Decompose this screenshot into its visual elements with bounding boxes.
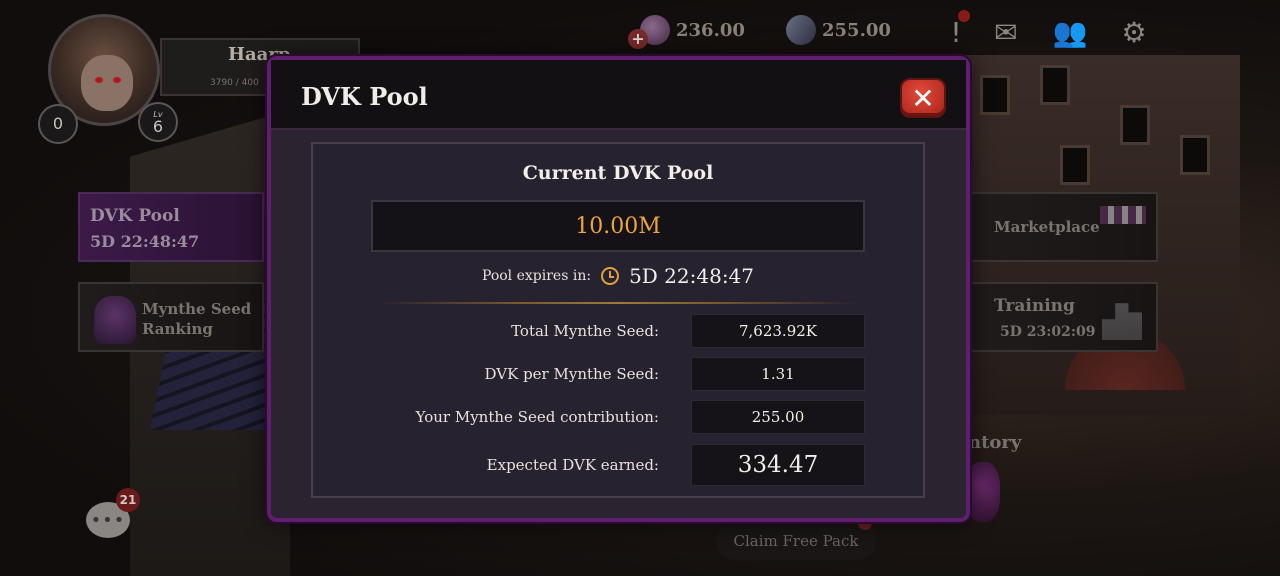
stat-row-expected-dvk: Expected DVK earned: 334.47	[313, 444, 923, 486]
stat-value: 334.47	[691, 444, 865, 486]
training-timer: 5D 23:02:09	[1000, 324, 1096, 340]
clock-icon	[601, 267, 620, 285]
mynthe-resource[interactable]: 236.00	[628, 12, 745, 49]
dvk-pool-modal: DVK Pool ✕ Current DVK Pool 10.00M Pool …	[267, 56, 970, 522]
training-label: Training	[994, 296, 1075, 316]
stat-label: Your Mynthe Seed contribution:	[415, 408, 659, 426]
expires-value: 5D 22:48:47	[629, 264, 755, 288]
modal-header: DVK Pool ✕	[271, 60, 966, 130]
pool-amount-box: 10.00M	[371, 200, 865, 252]
gem-resource[interactable]: 255.00	[781, 10, 891, 50]
mynthe-amount: 236.00	[676, 19, 745, 41]
pool-expiry: Pool expires in: 5D 22:48:47	[313, 264, 923, 288]
stat-row-contribution: Your Mynthe Seed contribution: 255.00	[313, 400, 923, 434]
stat-value: 1.31	[691, 357, 865, 391]
alert-icon[interactable]: !	[936, 10, 976, 52]
avatar-eye	[113, 77, 121, 83]
gold-divider	[377, 302, 859, 304]
stat-label: Total Mynthe Seed:	[511, 322, 659, 340]
sidebar-item-marketplace[interactable]: Marketplace	[968, 192, 1158, 262]
dvk-pool-timer: 5D 22:48:47	[90, 232, 200, 251]
chat-icon-glyph: •••	[90, 509, 126, 531]
building-window	[1180, 135, 1210, 175]
rank-badge[interactable]: 0	[38, 104, 78, 144]
sidebar-item-ranking[interactable]: Mynthe Seed Ranking	[78, 282, 264, 352]
rank-badge-count: 0	[52, 114, 64, 133]
player-xp: 3790 / 400	[210, 78, 259, 88]
stat-value: 7,623.92K	[691, 314, 865, 348]
stat-label: Expected DVK earned:	[486, 456, 659, 474]
ranking-icon	[94, 296, 136, 344]
gear-icon[interactable]: ⚙	[1114, 12, 1154, 52]
pool-amount: 10.00M	[575, 213, 661, 239]
sidebar-item-training[interactable]: Training 5D 23:02:09	[968, 282, 1158, 352]
marketplace-label: Marketplace	[994, 218, 1100, 236]
inventory-label: ntory	[968, 432, 1022, 453]
alert-dot	[958, 10, 970, 22]
modal-title: DVK Pool	[301, 82, 428, 111]
building-window	[1040, 65, 1070, 105]
friends-icon[interactable]: 👥	[1050, 12, 1090, 52]
mynthe-seed-icon	[628, 15, 670, 49]
pool-panel: Current DVK Pool 10.00M Pool expires in:…	[311, 142, 925, 498]
stat-value: 255.00	[691, 400, 865, 434]
dvk-pool-label: DVK Pool	[90, 206, 180, 226]
podium-icon	[1102, 303, 1142, 340]
level-value: 6	[152, 116, 164, 136]
chat-unread-badge: 21	[116, 488, 140, 512]
claim-free-pack-button[interactable]: Claim Free Pack	[716, 522, 876, 560]
inventory-orb-icon	[966, 462, 1000, 522]
close-button[interactable]: ✕	[900, 78, 946, 118]
pool-title: Current DVK Pool	[522, 162, 714, 184]
close-icon: ✕	[911, 81, 935, 115]
gem-amount: 255.00	[822, 19, 891, 41]
ranking-label-line2: Ranking	[142, 320, 213, 338]
expires-label: Pool expires in:	[481, 268, 592, 284]
avatar-eye	[95, 77, 103, 83]
avatar-face	[81, 55, 133, 111]
building-window	[1060, 145, 1090, 185]
ranking-label-line1: Mynthe Seed	[142, 300, 252, 318]
gem-icon	[781, 10, 821, 50]
building-window	[980, 75, 1010, 115]
mail-icon[interactable]: ✉	[986, 12, 1026, 52]
level-badge: Lv 6	[138, 102, 178, 142]
marketplace-icon	[1100, 206, 1146, 224]
building-window	[1120, 105, 1150, 145]
stat-label: DVK per Mynthe Seed:	[484, 365, 660, 383]
stat-row-dvk-per-seed: DVK per Mynthe Seed: 1.31	[313, 357, 923, 391]
sidebar-item-dvk-pool[interactable]: DVK Pool 5D 22:48:47	[78, 192, 264, 262]
stat-row-total-seed: Total Mynthe Seed: 7,623.92K	[313, 314, 923, 348]
